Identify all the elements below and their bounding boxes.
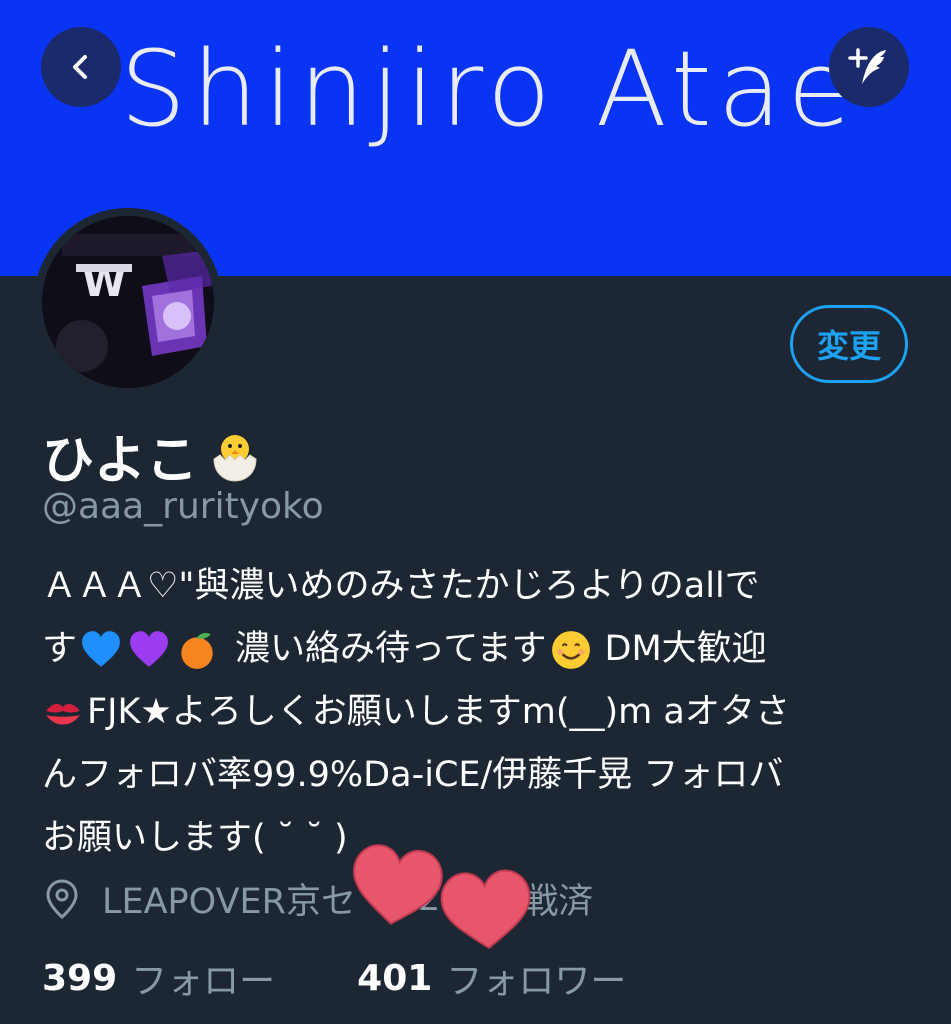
location-text: LEAPOVER京セ — [102, 882, 356, 922]
followers-label: フォロワー — [446, 961, 627, 1002]
kiss-mark-emoji — [46, 703, 80, 725]
compose-tweet-icon — [848, 48, 886, 84]
follow-stats: 399 フォロー 401 フォロワー — [42, 952, 626, 1004]
display-name: ひよこ — [42, 431, 199, 491]
hatching-chick-emoji — [213, 434, 257, 482]
location-pin-icon — [46, 878, 78, 919]
following-label: フォロー — [131, 961, 276, 1002]
location-text-tail: 2 — [417, 878, 441, 919]
back-button[interactable] — [41, 27, 121, 107]
user-handle: @aaa_rurityoko — [42, 486, 324, 527]
smiling-face-emoji — [551, 630, 590, 669]
blue-heart-emoji — [82, 630, 120, 667]
following-stat[interactable]: 399 フォロー — [42, 952, 275, 1004]
location-row: LEAPOVER京セ 2 参戦済 — [42, 873, 593, 924]
purple-heart-emoji — [130, 630, 168, 667]
bio-line: んフォロバ率99.9%Da-iCE/伊藤千晃 フォロバ — [42, 744, 922, 807]
bio-text: す — [42, 629, 78, 669]
back-chevron-icon — [73, 55, 87, 79]
banner-text: Shinjiro Atae — [120, 28, 858, 150]
tangerine-emoji — [181, 632, 213, 669]
location-text-end: 参戦済 — [488, 882, 594, 922]
avatar-image: W — [42, 216, 214, 388]
bio-text: DM大歓迎 — [604, 629, 767, 669]
profile-bio: ＡＡＡ♡"與濃いめのみさたかじろよりのallで す 濃い絡み待ってます DM大歓… — [42, 555, 922, 870]
bio-text: お願いします( ˘ ˘ ) — [42, 818, 348, 858]
bio-text: 濃い絡み待ってます — [235, 629, 547, 669]
avatar[interactable]: W — [34, 208, 222, 396]
display-name-row: ひよこ — [42, 418, 264, 493]
compose-button[interactable] — [829, 27, 909, 107]
bio-line: FJK★よろしくお願いしますm(__)m aオタさ — [42, 681, 922, 744]
bio-line: お願いします( ˘ ˘ ) — [42, 807, 922, 870]
bio-line: ＡＡＡ♡"與濃いめのみさたかじろよりのallで — [42, 555, 922, 618]
followers-stat[interactable]: 401 フォロワー — [357, 952, 626, 1004]
edit-profile-button[interactable]: 変更 — [790, 305, 908, 383]
followers-count: 401 — [357, 957, 433, 999]
bio-line: す 濃い絡み待ってます DM大歓迎 — [42, 618, 922, 681]
bio-text: ＡＡＡ♡"與濃いめのみさたかじろよりのallで — [42, 566, 760, 606]
bio-text: んフォロバ率99.9%Da-iCE/伊藤千晃 フォロバ — [42, 755, 784, 795]
bio-text: FJK★よろしくお願いしますm(__)m aオタさ — [87, 692, 790, 732]
following-count: 399 — [42, 957, 118, 999]
